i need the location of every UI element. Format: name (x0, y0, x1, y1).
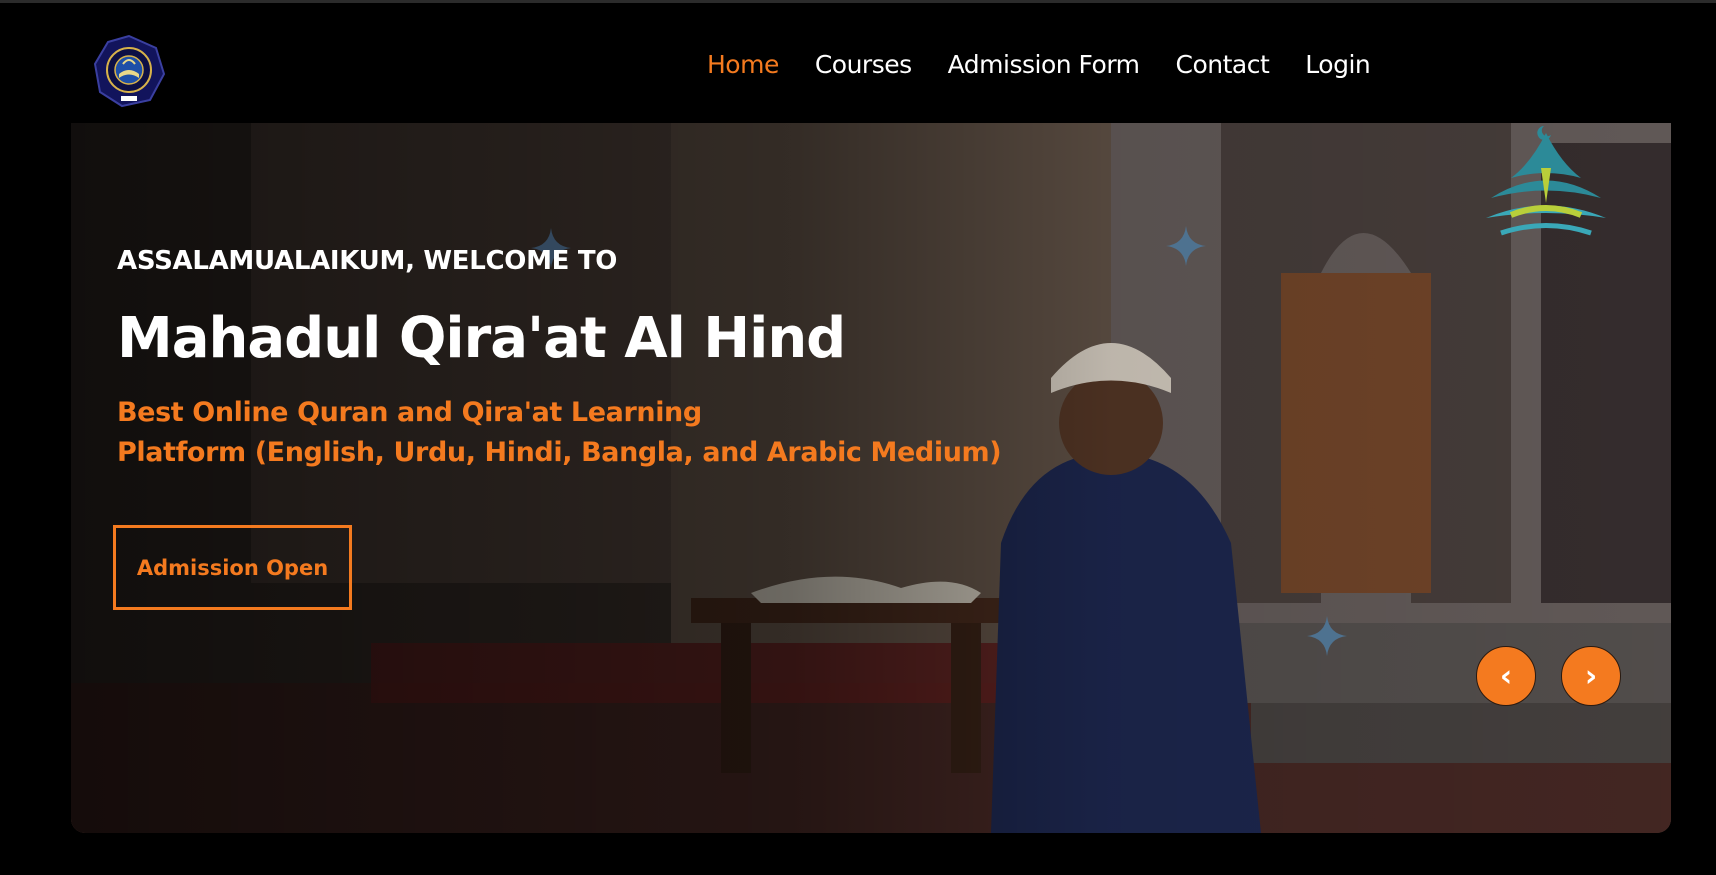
sparkle-icon (1307, 616, 1347, 656)
nav-home[interactable]: Home (707, 49, 779, 81)
hero-subtitle-line1: Best Online Quran and Qira'at Learning (117, 397, 702, 428)
hero-title: Mahadul Qira'at Al Hind (117, 306, 846, 371)
hero-greeting: ASSALAMUALAIKUM, WELCOME TO (117, 246, 618, 276)
nav-admission-form[interactable]: Admission Form (948, 49, 1140, 81)
slider-next-button[interactable]: › (1561, 646, 1621, 706)
hero-slider: ASSALAMUALAIKUM, WELCOME TO Mahadul Qira… (71, 123, 1671, 833)
nav-contact[interactable]: Contact (1176, 49, 1270, 81)
main-nav: Home Courses Admission Form Contact Logi… (707, 49, 1406, 81)
nav-courses[interactable]: Courses (815, 49, 912, 81)
admission-open-button[interactable]: Admission Open (113, 525, 352, 610)
sparkle-icon (1166, 226, 1206, 266)
hero-subtitle-line2: Platform (English, Urdu, Hindi, Bangla, … (117, 437, 1002, 468)
site-header: Home Courses Admission Form Contact Logi… (0, 3, 1716, 123)
institute-seal-logo[interactable] (92, 34, 166, 108)
hero-subtitle: Best Online Quran and Qira'at Learning P… (117, 393, 1002, 473)
hero-text-block: ASSALAMUALAIKUM, WELCOME TO Mahadul Qira… (117, 246, 1002, 473)
hero-background-image (71, 123, 1671, 833)
mosque-book-emblem-icon (1486, 126, 1606, 236)
nav-login[interactable]: Login (1305, 49, 1370, 81)
slider-prev-button[interactable]: ‹ (1476, 646, 1536, 706)
